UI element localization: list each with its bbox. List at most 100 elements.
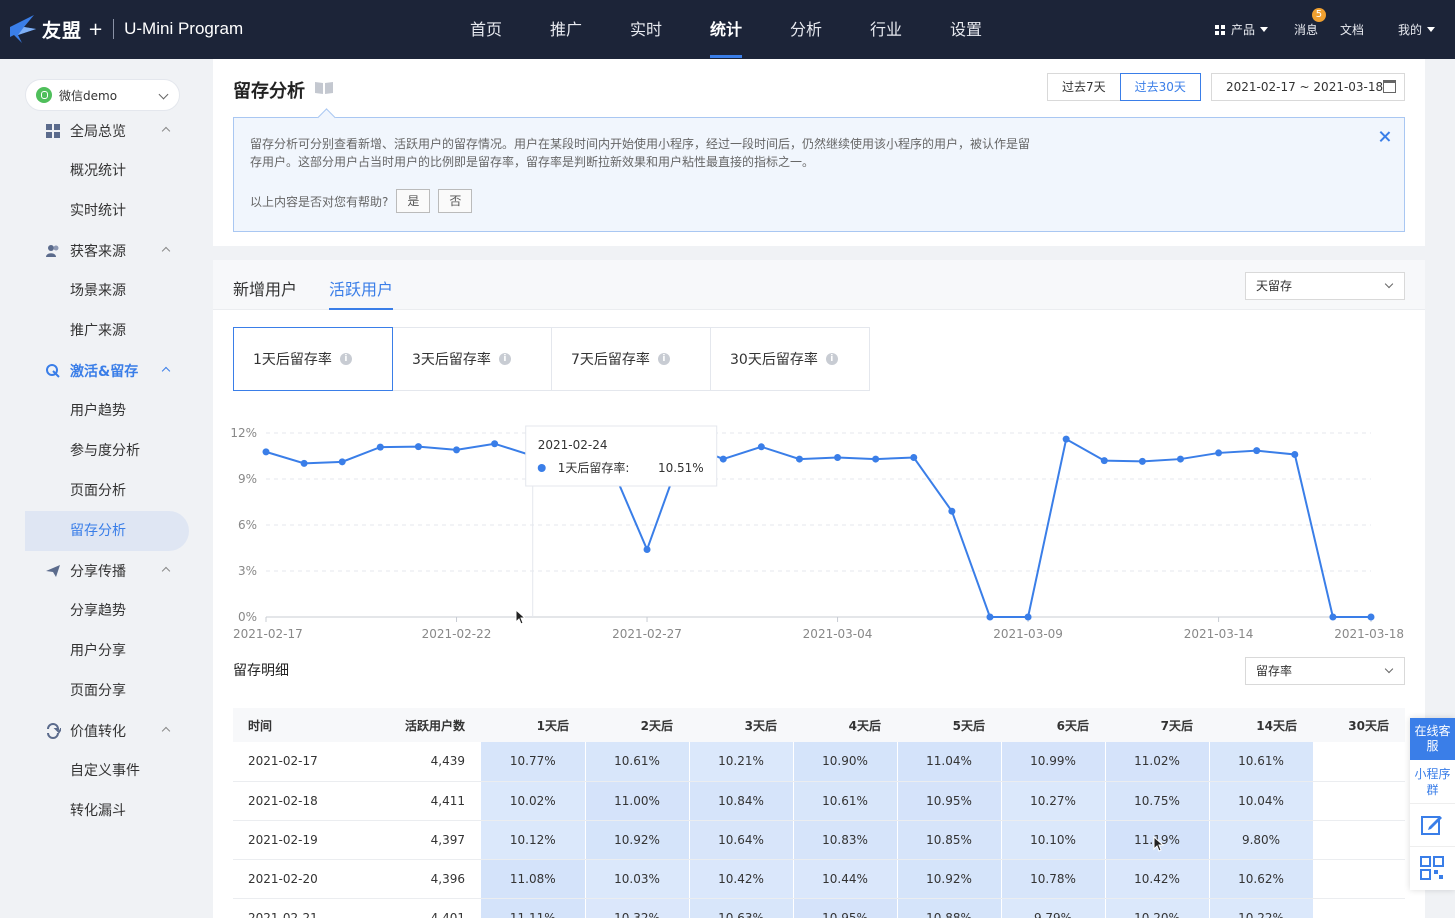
brand-plus: + [88, 18, 104, 40]
data-point [986, 613, 994, 621]
sidebar-item-page-analysis[interactable]: 页面分析 [25, 471, 189, 511]
table-cell: 10.62% [1209, 859, 1314, 899]
x-tick-label: 2021-02-22 [422, 627, 492, 641]
sidebar-item-funnel[interactable]: 转化漏斗 [25, 791, 189, 831]
retention-type-value: 天留存 [1256, 279, 1293, 293]
table-cell: 10.78% [1001, 859, 1106, 899]
data-point [300, 459, 308, 467]
close-icon[interactable] [1378, 130, 1392, 144]
retention-line-chart[interactable]: 0% 3% 6% 9% 12% 2021-02-17 2021-02-22 2021-02-2… [213, 420, 1425, 650]
range-30-days-button[interactable]: 过去30天 [1119, 73, 1201, 101]
table-cell: 10.99% [1001, 742, 1106, 782]
range-7-days-button[interactable]: 过去7天 [1047, 73, 1121, 101]
table-cell: 10.02% [481, 781, 586, 821]
dashboard-icon [46, 124, 60, 138]
product-menu[interactable]: 产品 [1214, 21, 1268, 38]
table-row: 2021-02-20 4,396 11.08% 10.03% 10.42% 10.44% 1… [233, 859, 1405, 899]
nav-analysis[interactable]: 分析 [766, 0, 846, 59]
rate-card-1day[interactable]: 1天后留存率 i [233, 327, 393, 391]
table-cell: 2021-02-21 [233, 898, 353, 918]
miniprogram-group-button[interactable]: 小程序群 [1410, 760, 1455, 804]
table-cell: 4,439 [353, 742, 481, 782]
retention-type-select[interactable]: 天留存 [1245, 272, 1405, 300]
online-service-button[interactable]: 在线客服 [1410, 718, 1455, 760]
sidebar-item-realtime-stats[interactable]: 实时统计 [25, 191, 189, 231]
sidebar-item-retention[interactable]: 留存分析 [25, 511, 189, 551]
rate-card-label: 1天后留存率 [253, 352, 332, 368]
table-cell: 2021-02-18 [233, 781, 353, 821]
user-menu-label: 我的 [1397, 23, 1422, 37]
retention-panel: 新增用户 活跃用户 天留存 1天后留存率 i 3天后留存率 i 7天后留存率 i 30… [213, 260, 1425, 918]
product-menu-label: 产品 [1230, 23, 1255, 37]
sidebar-group-activation[interactable]: 激活&留存 [25, 351, 189, 391]
data-point [757, 443, 765, 451]
metric-select[interactable]: 留存率 [1245, 657, 1405, 685]
sidebar-item-promo-source[interactable]: 推广来源 [25, 311, 189, 351]
column-header: 30天后 [1313, 708, 1405, 742]
table-cell [1313, 898, 1405, 918]
table-cell: 4,397 [353, 820, 481, 860]
sidebar-item-page-share[interactable]: 页面分享 [25, 671, 189, 711]
rate-card-3day[interactable]: 3天后留存率 i [392, 327, 552, 391]
table-cell: 10.63% [689, 898, 794, 918]
data-point [491, 440, 499, 448]
rate-card-7day[interactable]: 7天后留存率 i [551, 327, 711, 391]
app-selector[interactable]: 微信demo [25, 79, 180, 111]
miniprogram-icon [36, 87, 52, 103]
x-tick-label: 2021-02-27 [612, 627, 682, 641]
x-tick-label: 2021-03-04 [803, 627, 873, 641]
messages-link[interactable]: 消息 5 [1294, 8, 1326, 38]
rate-card-30day[interactable]: 30天后留存率 i [710, 327, 870, 391]
tab-new-users[interactable]: 新增用户 [233, 276, 297, 310]
table-cell: 10.92% [585, 820, 690, 860]
data-point [453, 446, 461, 454]
helpful-yes-button[interactable]: 是 [396, 189, 431, 213]
bird-logo-icon [10, 15, 36, 43]
nav-industry[interactable]: 行业 [846, 0, 926, 59]
sidebar-item-user-share[interactable]: 用户分享 [25, 631, 189, 671]
right-nav: 产品 消息 5 文档 我的 [1193, 0, 1435, 59]
table-cell: 10.83% [793, 820, 898, 860]
user-menu[interactable]: 我的 [1398, 21, 1435, 38]
activate-icon [46, 364, 60, 378]
sidebar-item-user-trend[interactable]: 用户趋势 [25, 391, 189, 431]
nav-statistics[interactable]: 统计 [686, 0, 766, 59]
data-point [643, 546, 651, 554]
qrcode-button[interactable] [1410, 847, 1455, 890]
sidebar-item-overview-stats[interactable]: 概况统计 [25, 151, 189, 191]
sidebar-item-share-trend[interactable]: 分享趋势 [25, 591, 189, 631]
nav-home[interactable]: 首页 [446, 0, 526, 59]
nav-settings[interactable]: 设置 [926, 0, 1006, 59]
user-type-tabs: 新增用户 活跃用户 天留存 [213, 260, 1425, 310]
info-icon: i [498, 353, 511, 365]
sidebar-group-conversion[interactable]: 价值转化 [25, 711, 189, 751]
apps-grid-icon [1214, 24, 1225, 35]
table-cell: 11.00% [585, 781, 690, 821]
float-service-panel: 在线客服 小程序群 [1410, 718, 1455, 890]
nav-realtime[interactable]: 实时 [606, 0, 686, 59]
table-cell: 2021-02-19 [233, 820, 353, 860]
sidebar-item-scene-source[interactable]: 场景来源 [25, 271, 189, 311]
sidebar-item-custom-events[interactable]: 自定义事件 [25, 751, 189, 791]
sidebar-group-label: 分享传播 [70, 564, 126, 580]
data-point [719, 455, 727, 463]
brand-name: 友盟 [42, 19, 83, 42]
tab-active-users[interactable]: 活跃用户 [329, 276, 394, 310]
table-row: 2021-02-18 4,411 10.02% 11.00% 10.84% 10.61% 1… [233, 781, 1405, 821]
sidebar-group-acquisition[interactable]: 获客来源 [25, 231, 189, 271]
data-point [795, 455, 803, 463]
nav-promotion[interactable]: 推广 [526, 0, 606, 59]
date-range-picker[interactable]: 2021-02-17 ~ 2021-03-18 [1211, 73, 1405, 101]
docs-link[interactable]: 文档 [1340, 21, 1364, 38]
helpful-no-button[interactable]: 否 [438, 189, 473, 213]
table-cell: 10.61% [585, 742, 690, 782]
sidebar-group-sharing[interactable]: 分享传播 [25, 551, 189, 591]
info-box: 留存分析可分别查看新增、活跃用户的留存情况。用户在某段时间内开始使用小程序，经过… [233, 117, 1405, 232]
brand-logo[interactable]: 友盟 + U-Mini Program [8, 12, 243, 46]
sidebar-item-engagement[interactable]: 参与度分析 [25, 431, 189, 471]
info-icon: i [339, 353, 352, 365]
book-icon[interactable] [314, 81, 334, 95]
feedback-edit-button[interactable] [1410, 804, 1455, 847]
info-icon: i [657, 353, 670, 365]
sidebar-group-overview[interactable]: 全局总览 [25, 111, 189, 151]
